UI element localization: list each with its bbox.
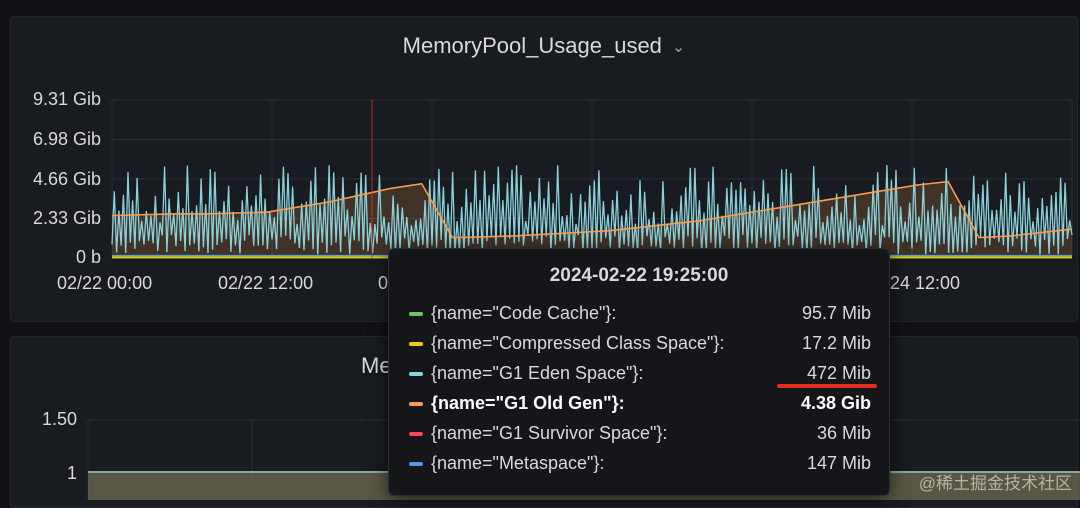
series-name: {name="G1 Old Gen"}: [431,393,625,413]
watermark: @稀土掘金技术社区 [918,474,1072,493]
series-name: {name="Metaspace"}: [431,453,605,473]
tooltip-row-metaspace: {name="Metaspace"}: 147 Mib [409,451,871,477]
series-swatch [409,372,423,376]
tooltip-row-code-cache: {name="Code Cache"}: 95.7 Mib [409,301,871,327]
tooltip-row-old-gen: {name="G1 Old Gen"}: 4.38 Gib [409,391,871,417]
series-value: 36 Mib [816,423,871,443]
series-name: {name="G1 Eden Space"}: [431,363,644,383]
highlight-underline [777,384,877,388]
series-name: {name="G1 Survivor Space"}: [431,423,668,443]
series-swatch [409,342,423,346]
series-name: {name="Compressed Class Space"}: [431,333,725,353]
series-value: 17.2 Mib [801,333,871,353]
series-swatch [409,462,423,466]
series-name: {name="Code Cache"}: [431,303,617,323]
series-value: 472 Mib [806,363,871,383]
tooltip-row-survivor: {name="G1 Survivor Space"}: 36 Mib [409,421,871,447]
series-swatch [409,402,423,406]
series-swatch [409,432,423,436]
tooltip-timestamp: 2024-02-22 19:25:00 [549,265,729,286]
series-value: 95.7 Mib [801,303,871,323]
series-value: 147 Mib [806,453,871,473]
hover-tooltip: 2024-02-22 19:25:00 {name="Code Cache"}:… [388,248,890,496]
tooltip-row-compressed-class: {name="Compressed Class Space"}: 17.2 Mi… [409,331,871,357]
series-value: 4.38 Gib [800,393,871,413]
series-swatch [409,312,423,316]
